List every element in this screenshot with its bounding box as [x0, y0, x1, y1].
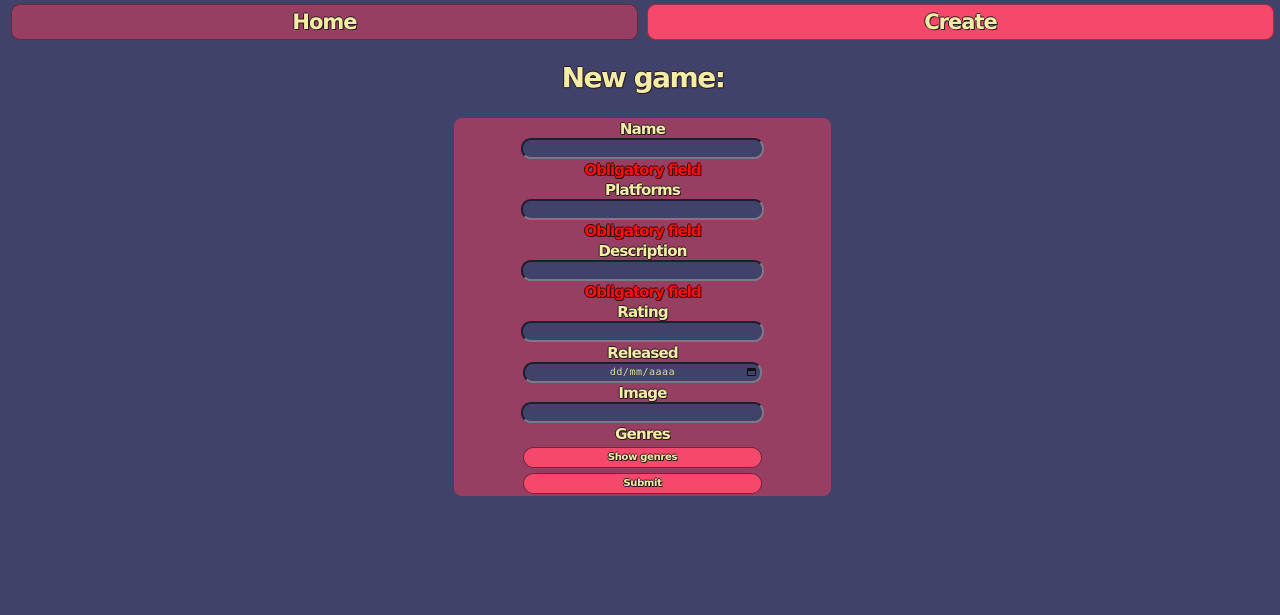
- platforms-label: Platforms: [604, 181, 681, 199]
- page-title: New game:: [561, 61, 726, 94]
- new-game-form: Name Obligatory field Platforms Obligato…: [454, 118, 831, 496]
- image-input[interactable]: [521, 402, 764, 423]
- name-error: Obligatory field: [584, 161, 701, 179]
- date-placeholder: dd/mm/aaaa: [609, 367, 676, 378]
- description-label: Description: [598, 242, 687, 260]
- released-date-input[interactable]: dd/mm/aaaa: [523, 362, 762, 383]
- name-input[interactable]: [521, 138, 764, 159]
- top-nav: Home Create: [11, 4, 1275, 42]
- home-button[interactable]: Home: [11, 4, 638, 40]
- platforms-input[interactable]: [521, 199, 764, 220]
- show-genres-button[interactable]: Show genres: [523, 447, 762, 468]
- genres-label: Genres: [615, 425, 671, 443]
- calendar-icon[interactable]: [747, 368, 756, 376]
- rating-input[interactable]: [521, 321, 764, 342]
- description-error: Obligatory field: [584, 283, 701, 301]
- create-button[interactable]: Create: [647, 4, 1274, 40]
- description-input[interactable]: [521, 260, 764, 281]
- image-label: Image: [618, 384, 667, 402]
- platforms-error: Obligatory field: [584, 222, 701, 240]
- released-label: Released: [607, 344, 678, 362]
- rating-label: Rating: [617, 303, 668, 321]
- submit-button[interactable]: Submit: [523, 473, 762, 494]
- name-label: Name: [619, 120, 666, 138]
